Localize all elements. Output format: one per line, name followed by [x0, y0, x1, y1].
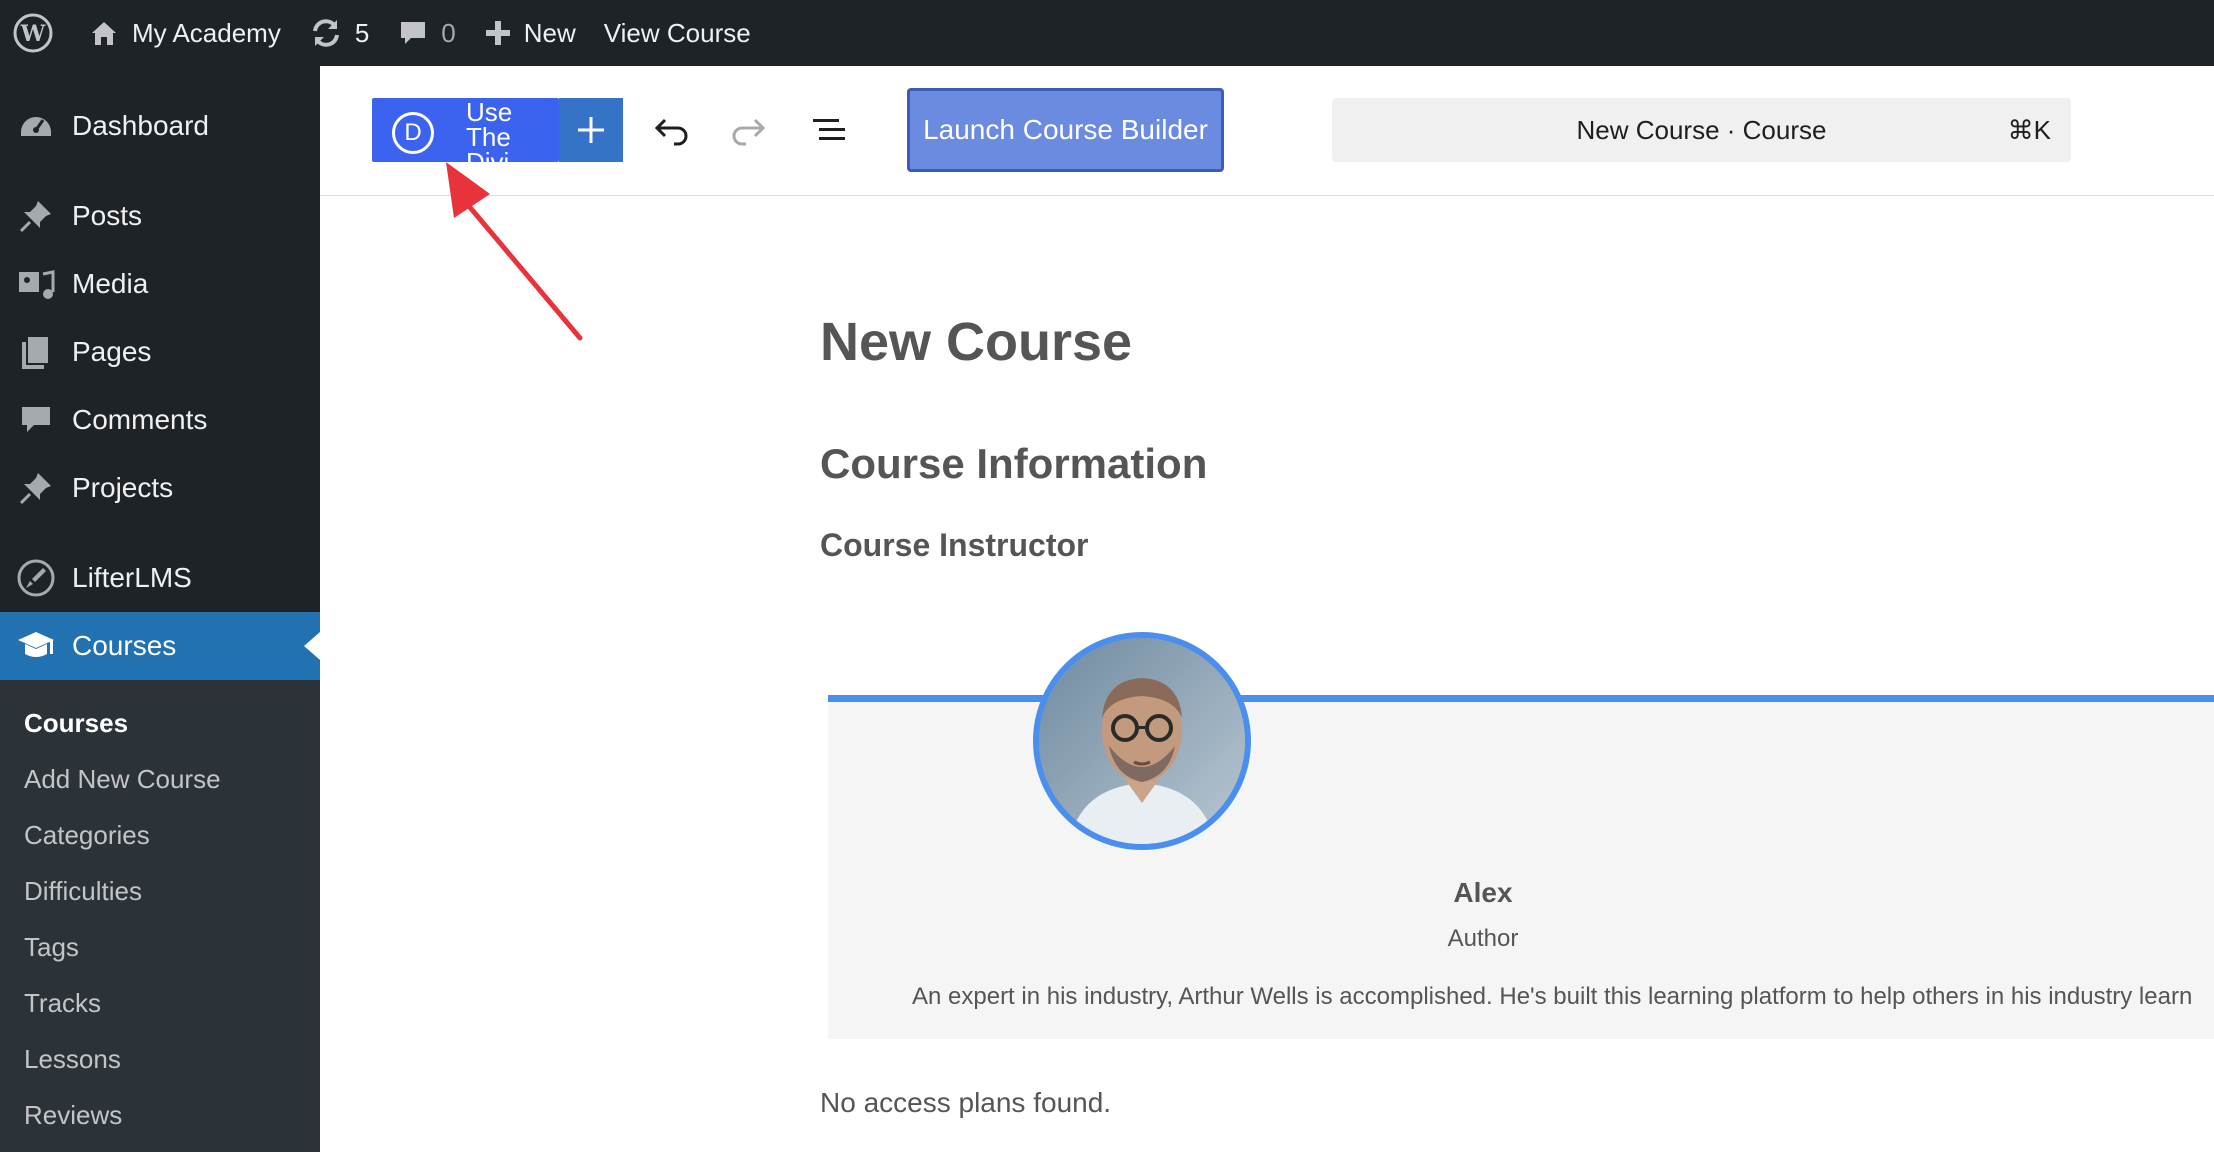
- sidebar-item-label: Dashboard: [72, 110, 209, 141]
- keyboard-shortcut: ⌘K: [2007, 114, 2051, 145]
- divi-logo-icon: D: [392, 112, 434, 154]
- no-access-plans-notice: No access plans found.: [820, 1087, 1112, 1118]
- wordpress-logo-button[interactable]: W: [0, 0, 74, 66]
- redo-icon: [732, 118, 766, 146]
- dashboard-icon: [0, 108, 72, 144]
- comment-icon: [0, 402, 72, 438]
- plus-icon: [485, 21, 510, 45]
- pin-icon: [0, 198, 72, 234]
- submenu-item-tags[interactable]: Tags: [24, 932, 79, 963]
- rocket-icon: [0, 558, 72, 598]
- updates-count: 5: [354, 17, 370, 48]
- sidebar-item-pages[interactable]: Pages: [0, 318, 320, 386]
- admin-sidebar: Dashboard Posts Media Pages Comments Pro…: [0, 66, 320, 1152]
- course-information-heading[interactable]: Course Information: [820, 440, 1207, 488]
- wordpress-icon: W: [13, 13, 53, 53]
- author-avatar: [1033, 632, 1251, 850]
- svg-text:W: W: [20, 21, 46, 47]
- page-title[interactable]: New Course: [820, 311, 1132, 373]
- submenu-item-reviews[interactable]: Reviews: [24, 1100, 122, 1131]
- submenu-item-lessons[interactable]: Lessons: [24, 1044, 121, 1075]
- pages-icon: [0, 334, 72, 370]
- sidebar-item-projects[interactable]: Projects: [0, 454, 320, 522]
- launch-course-builder-button[interactable]: Launch Course Builder: [907, 88, 1224, 172]
- admin-bar: W My Academy 5 0 New View Course: [0, 0, 2214, 66]
- submenu-item-add-new-course[interactable]: Add New Course: [24, 764, 221, 795]
- undo-button[interactable]: [650, 110, 690, 150]
- course-instructor-heading[interactable]: Course Instructor: [820, 527, 1088, 564]
- document-overview-button[interactable]: [810, 110, 850, 150]
- editor-canvas: New Course Course Information Course Ins…: [320, 197, 2214, 1152]
- view-course-link[interactable]: View Course: [590, 0, 765, 66]
- refresh-icon: [312, 19, 339, 47]
- author-bio: An expert in his industry, Arthur Wells …: [912, 983, 2193, 1010]
- site-name-link[interactable]: My Academy: [74, 0, 295, 66]
- editor-toolbar: D Use The Divi Builder Launch Course Bui…: [320, 66, 2214, 196]
- submenu-item-tracks[interactable]: Tracks: [24, 988, 101, 1019]
- sidebar-item-label: Comments: [72, 404, 208, 435]
- view-course-label: View Course: [603, 17, 751, 48]
- author-name: Alex: [1453, 877, 1513, 908]
- graduation-cap-icon: [0, 628, 72, 664]
- sidebar-item-courses[interactable]: Courses: [0, 612, 320, 680]
- author-photo: [1039, 638, 1245, 844]
- sidebar-item-lifterlms[interactable]: LifterLMS: [0, 544, 320, 612]
- courses-submenu: Courses Add New Course Categories Diffic…: [0, 680, 320, 1152]
- updates-link[interactable]: 5: [295, 0, 383, 66]
- sidebar-item-posts[interactable]: Posts: [0, 182, 320, 250]
- redo-button[interactable]: [730, 110, 770, 150]
- submenu-item-difficulties[interactable]: Difficulties: [24, 876, 142, 907]
- active-indicator: [304, 632, 320, 660]
- pin-icon: [0, 470, 72, 506]
- comments-count: 0: [441, 17, 456, 48]
- site-name: My Academy: [132, 17, 281, 48]
- sidebar-item-dashboard[interactable]: Dashboard: [0, 92, 320, 160]
- sidebar-item-media[interactable]: Media: [0, 250, 320, 318]
- sidebar-item-label: Media: [72, 268, 149, 299]
- comments-link[interactable]: 0: [383, 0, 469, 66]
- document-title: New Course · Course: [1576, 114, 1827, 145]
- new-content-link[interactable]: New: [470, 0, 590, 66]
- divi-letter: D: [404, 119, 422, 146]
- sidebar-item-label: Pages: [72, 336, 152, 367]
- sidebar-item-label: LifterLMS: [72, 562, 192, 593]
- submenu-item-courses[interactable]: Courses: [24, 708, 128, 739]
- plus-icon: [578, 117, 604, 143]
- annotation-arrow-icon: [446, 162, 583, 341]
- media-icon: [0, 266, 72, 302]
- undo-icon: [654, 118, 688, 146]
- home-icon: [92, 22, 116, 45]
- author-role: Author: [1447, 925, 1519, 952]
- list-view-icon: [813, 119, 845, 140]
- sidebar-item-label: Posts: [72, 200, 143, 231]
- command-palette-bar[interactable]: New Course · Course ⌘K: [1332, 98, 2071, 162]
- sidebar-item-comments[interactable]: Comments: [0, 386, 320, 454]
- sidebar-item-label: Courses: [72, 630, 177, 661]
- sidebar-item-label: Projects: [72, 472, 174, 503]
- new-label: New: [523, 17, 576, 48]
- submenu-item-categories[interactable]: Categories: [24, 820, 150, 851]
- comment-bubble-icon: [401, 22, 426, 44]
